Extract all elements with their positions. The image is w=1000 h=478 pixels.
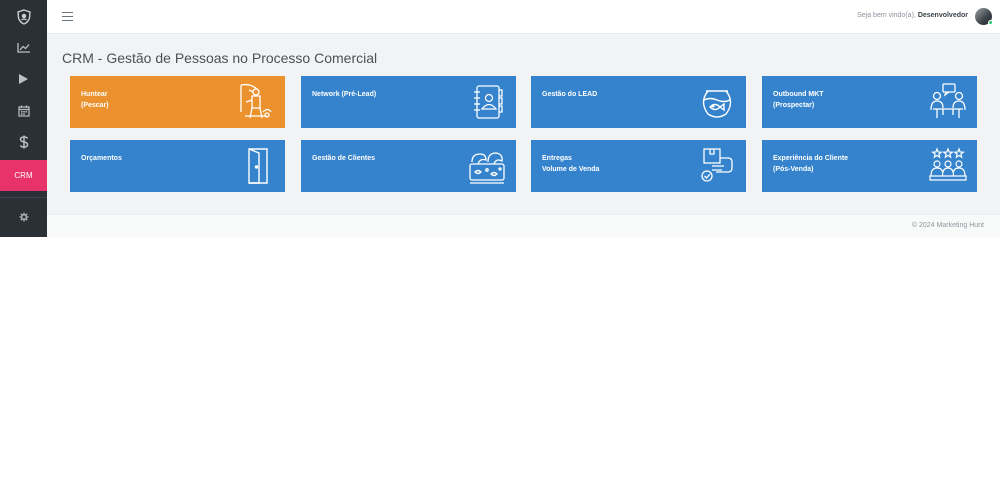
play-icon xyxy=(18,73,29,85)
card-subtitle: (Prospectar) xyxy=(773,102,815,109)
calendar-icon xyxy=(17,105,30,117)
sidebar: CRM xyxy=(0,0,47,237)
sidebar-item-crm-label: CRM xyxy=(14,171,33,180)
meeting-people-icon xyxy=(929,82,967,122)
topbar: Seja bem vindo(a), Desenvolvedor xyxy=(47,0,1000,34)
card-entregas[interactable]: Entregas Volume de Venda xyxy=(531,140,746,192)
card-label: Orçamentos xyxy=(81,153,122,164)
app-shell: CRM Seja bem vindo(a), Desenvolvedor CRM… xyxy=(0,0,1000,237)
shield-logo-icon xyxy=(16,8,31,25)
open-door-icon xyxy=(237,146,275,186)
card-label: Huntear (Pescar) xyxy=(81,89,109,111)
aquarium-icon xyxy=(468,146,506,186)
customer-rating-icon xyxy=(929,146,967,186)
card-title: Orçamentos xyxy=(81,155,122,162)
line-chart-icon xyxy=(16,42,31,53)
card-subtitle: (Pescar) xyxy=(81,102,109,109)
card-title: Huntear xyxy=(81,91,108,98)
sidebar-item-crm[interactable]: CRM xyxy=(0,160,47,191)
brand-logo[interactable] xyxy=(0,1,47,32)
card-title: Gestão de Clientes xyxy=(312,155,376,162)
copyright-text: © 2024 Marketing Hunt xyxy=(911,222,984,229)
footer: © 2024 Marketing Hunt xyxy=(47,214,1000,237)
online-status-dot xyxy=(988,20,993,25)
card-label: Network (Pré-Lead) xyxy=(312,89,376,100)
delivery-box-icon xyxy=(698,146,736,186)
page-title: CRM - Gestão de Pessoas no Processo Come… xyxy=(62,50,378,66)
card-outbound-mkt[interactable]: Outbound MKT (Prospectar) xyxy=(762,76,977,128)
main-content: CRM - Gestão de Pessoas no Processo Come… xyxy=(47,35,1000,214)
card-subtitle: Volume de Venda xyxy=(542,166,600,173)
card-gestao-lead[interactable]: Gestão do LEAD xyxy=(531,76,746,128)
sidebar-item-finance[interactable] xyxy=(0,126,47,157)
dollar-icon xyxy=(19,135,29,149)
card-huntear[interactable]: Huntear (Pescar) xyxy=(70,76,285,128)
sidebar-item-calendar[interactable] xyxy=(0,95,47,126)
sidebar-item-settings[interactable] xyxy=(0,201,47,232)
card-title: Experiência do Cliente xyxy=(773,155,849,162)
card-network[interactable]: Network (Pré-Lead) xyxy=(301,76,516,128)
contact-book-icon xyxy=(468,82,506,122)
gear-icon xyxy=(19,212,29,222)
card-gestao-clientes[interactable]: Gestão de Clientes xyxy=(301,140,516,192)
fisherman-icon xyxy=(237,82,275,122)
card-experiencia-cliente[interactable]: Experiência do Cliente (Pós-Venda) xyxy=(762,140,977,192)
card-subtitle: (Pós-Venda) xyxy=(773,166,814,173)
sidebar-item-dashboard[interactable] xyxy=(0,32,47,63)
card-title: Entregas xyxy=(542,155,572,162)
welcome-prefix: Seja bem vindo(a), xyxy=(857,12,916,19)
user-name[interactable]: Desenvolvedor xyxy=(918,12,968,19)
card-title: Network (Pré-Lead) xyxy=(312,91,377,98)
card-orcamentos[interactable]: Orçamentos xyxy=(70,140,285,192)
card-label: Experiência do Cliente (Pós-Venda) xyxy=(773,153,848,175)
card-label: Outbound MKT (Prospectar) xyxy=(773,89,824,111)
card-title: Outbound MKT xyxy=(773,91,824,98)
menu-toggle-icon[interactable] xyxy=(62,12,73,21)
card-label: Entregas Volume de Venda xyxy=(542,153,599,175)
card-label: Gestão de Clientes xyxy=(312,153,375,164)
card-label: Gestão do LEAD xyxy=(542,89,597,100)
sidebar-item-videos[interactable] xyxy=(0,63,47,94)
welcome-message: Seja bem vindo(a), Desenvolvedor xyxy=(857,12,968,19)
card-title: Gestão do LEAD xyxy=(542,91,598,98)
sidebar-divider xyxy=(0,197,47,198)
fishbowl-icon xyxy=(698,82,736,122)
